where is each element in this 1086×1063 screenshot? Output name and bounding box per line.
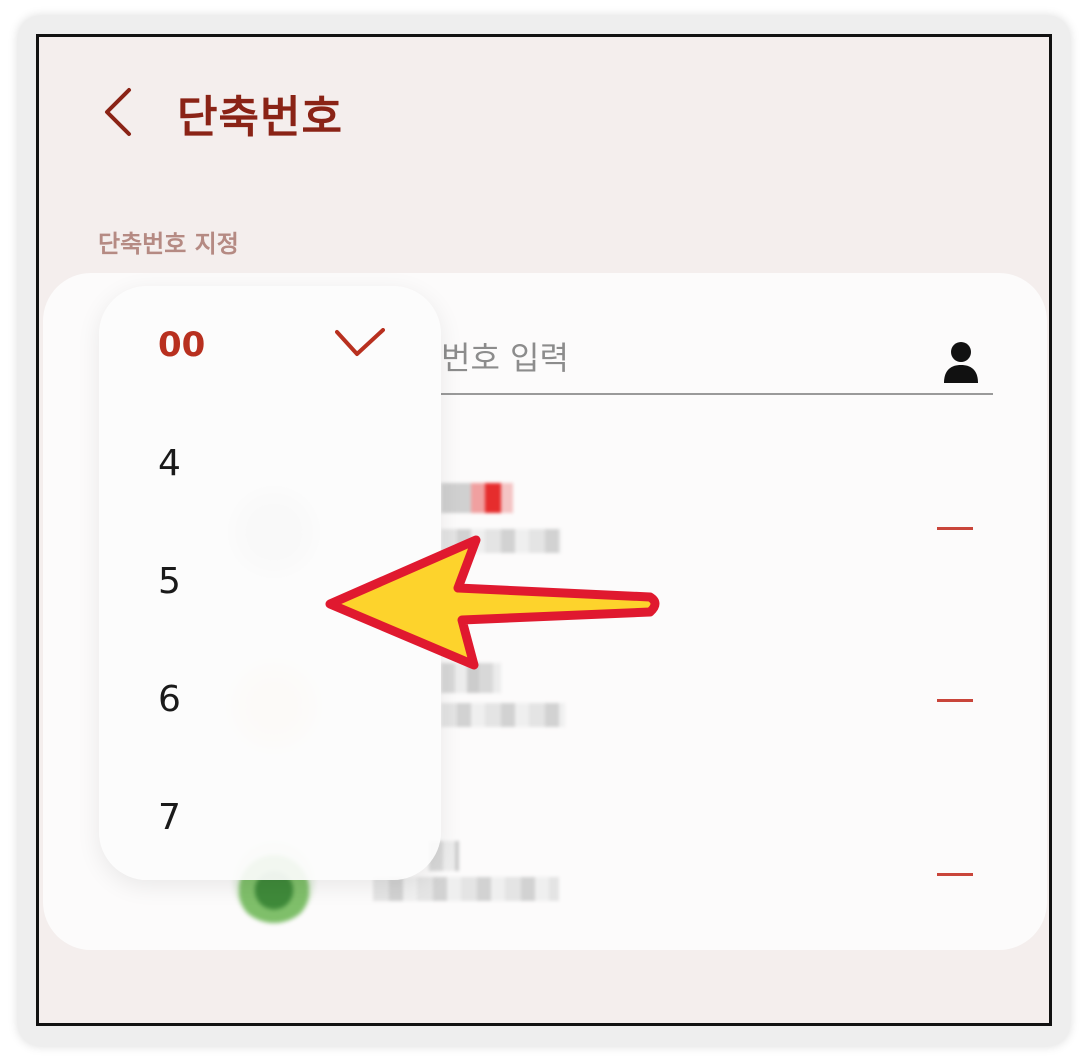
person-icon (944, 342, 978, 383)
dropdown-option[interactable]: 7 (99, 758, 441, 876)
speed-dial-number-dropdown: 00 4 5 6 7 (99, 286, 441, 880)
contacts-button[interactable] (941, 339, 981, 385)
option-label: 00 (158, 325, 206, 365)
remove-button[interactable] (935, 513, 975, 543)
section-label: 단축번호 지정 (98, 230, 239, 258)
dropdown-option[interactable]: 5 (99, 522, 441, 640)
dropdown-option[interactable]: 4 (99, 404, 441, 522)
option-label: 7 (158, 796, 181, 838)
dropdown-option-selected[interactable]: 00 (99, 286, 441, 404)
dropdown-option[interactable]: 6 (99, 640, 441, 758)
phone-screen: 단축번호 단축번호 지정 번호 입력 00 4 5 6 7 (36, 34, 1052, 1026)
page-title: 단축번호 (177, 92, 343, 143)
minus-icon (937, 698, 973, 702)
remove-button[interactable] (935, 685, 975, 715)
contact-number-redacted (441, 529, 561, 553)
remove-button[interactable] (935, 859, 975, 889)
back-button[interactable] (95, 85, 141, 139)
check-icon (335, 328, 385, 356)
chevron-left-icon (105, 88, 131, 136)
minus-icon (937, 526, 973, 530)
contact-name-redacted (441, 483, 513, 513)
minus-icon (937, 872, 973, 876)
option-label: 4 (158, 442, 181, 484)
app-header: 단축번호 (39, 37, 1049, 187)
number-input[interactable] (441, 333, 911, 383)
contact-number-redacted (441, 703, 565, 727)
contact-name-redacted (441, 663, 501, 693)
number-input-row (441, 323, 993, 395)
option-label: 5 (158, 560, 181, 602)
contact-number-redacted (373, 877, 559, 901)
option-label: 6 (158, 678, 181, 720)
